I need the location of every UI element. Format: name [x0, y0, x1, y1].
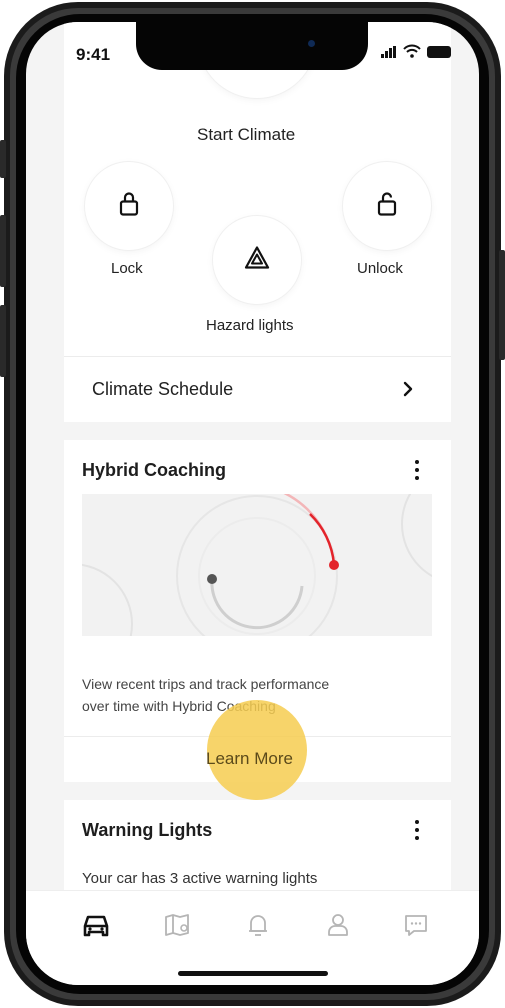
lock-button[interactable] — [85, 162, 173, 250]
learn-more-button[interactable]: Learn More — [64, 737, 451, 782]
signal-icon — [381, 46, 397, 58]
tab-car[interactable] — [76, 905, 116, 945]
remote-controls-card: Start Climate Lock Hazard lights Unlock … — [64, 22, 451, 422]
unlock-label: Unlock — [357, 260, 403, 277]
wifi-icon — [403, 44, 421, 63]
learn-more-label: Learn More — [206, 749, 293, 768]
hazard-icon — [244, 246, 270, 275]
chat-icon — [396, 915, 436, 949]
unlock-button[interactable] — [343, 162, 431, 250]
unlock-icon — [376, 191, 398, 222]
chevron-right-icon — [403, 381, 413, 402]
status-time: 9:41 — [76, 45, 111, 64]
hybrid-coaching-description-1: View recent trips and track performance — [82, 676, 330, 692]
mute-switch — [0, 140, 6, 178]
volume-down-button — [0, 305, 6, 377]
app-screen: Start Climate Lock Hazard lights Unlock … — [26, 22, 479, 985]
more-vertical-icon[interactable] — [414, 460, 420, 484]
hazard-lights-label: Hazard lights — [206, 317, 294, 334]
car-icon — [76, 915, 116, 949]
map-icon — [158, 914, 198, 949]
start-climate-label: Start Climate — [197, 125, 296, 144]
climate-schedule-label: Climate Schedule — [92, 379, 234, 399]
lock-icon — [118, 191, 140, 222]
hybrid-coaching-title: Hybrid Coaching — [82, 460, 227, 480]
more-vertical-icon[interactable] — [414, 820, 420, 844]
power-button — [499, 250, 505, 360]
tab-map[interactable] — [158, 905, 198, 945]
hybrid-coaching-image — [82, 494, 432, 636]
user-icon — [318, 914, 358, 949]
warning-lights-description: Your car has 3 active warning lights — [82, 870, 318, 887]
climate-schedule-row[interactable]: Climate Schedule — [64, 357, 451, 422]
battery-icon — [427, 46, 451, 58]
notch — [136, 22, 368, 70]
bell-icon — [238, 915, 278, 949]
lock-label: Lock — [111, 260, 143, 277]
camera — [308, 40, 315, 47]
tab-notifications[interactable] — [238, 905, 278, 945]
tab-messages[interactable] — [396, 905, 436, 945]
volume-up-button — [0, 215, 6, 287]
warning-lights-title: Warning Lights — [82, 820, 213, 840]
home-indicator[interactable] — [178, 971, 328, 976]
tab-profile[interactable] — [318, 905, 358, 945]
hazard-lights-button[interactable] — [213, 216, 301, 304]
